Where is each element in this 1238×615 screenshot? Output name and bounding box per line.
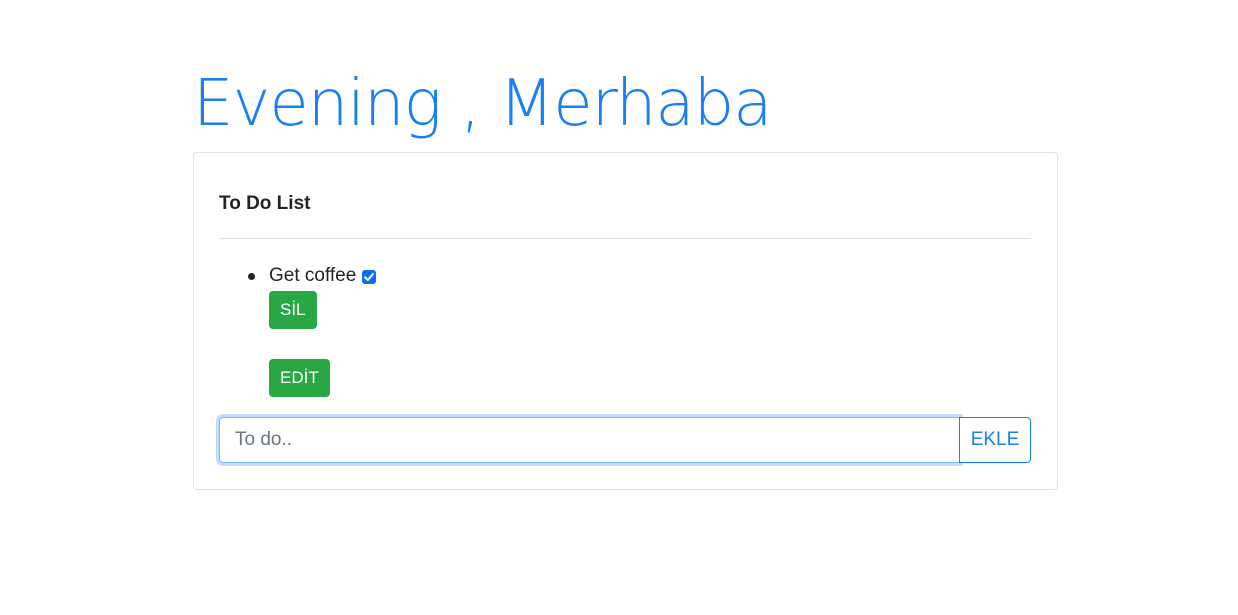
- todo-item-row: Get coffee: [269, 263, 377, 289]
- todo-input[interactable]: [219, 417, 960, 463]
- edit-button[interactable]: EDİT: [269, 359, 330, 397]
- add-button[interactable]: EKLE: [959, 417, 1031, 463]
- add-todo-form: EKLE: [219, 417, 1031, 463]
- card-divider: [219, 238, 1031, 239]
- todo-checkbox[interactable]: [362, 270, 377, 284]
- bullet-icon: [248, 273, 255, 280]
- greeting-heading: Evening , Merhaba: [193, 67, 772, 141]
- delete-button[interactable]: SİL: [269, 291, 317, 329]
- todo-item-text: Get coffee: [269, 265, 357, 286]
- checkmark-icon: [364, 273, 375, 281]
- todo-card: To Do List Get coffee SİL EDİT EKLE: [193, 152, 1058, 490]
- card-title: To Do List: [219, 193, 311, 214]
